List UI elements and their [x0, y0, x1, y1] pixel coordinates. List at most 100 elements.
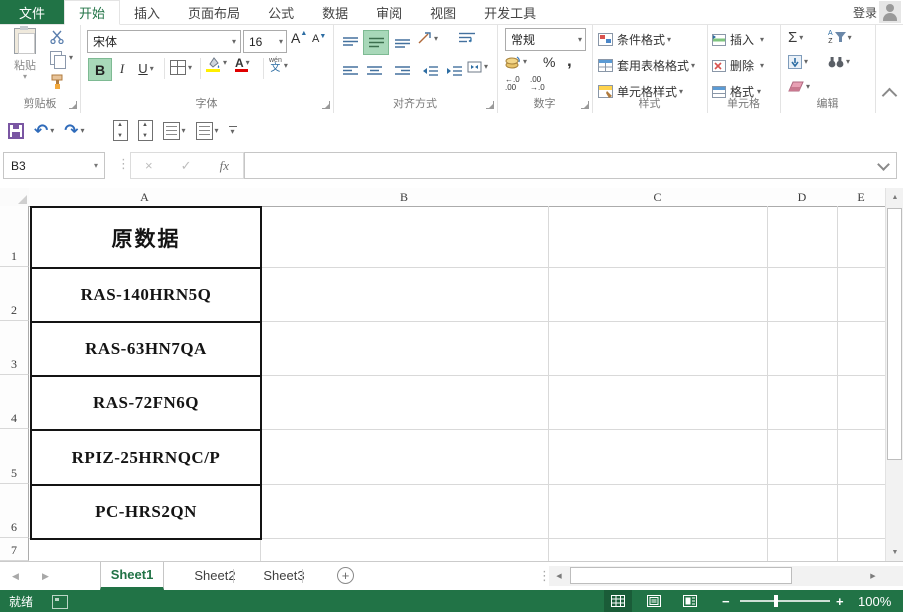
horizontal-scrollbar-thumb[interactable] — [570, 567, 792, 584]
zoom-level[interactable]: 100% — [858, 590, 891, 612]
decrease-decimal-button[interactable]: .00 →.0 — [530, 75, 545, 93]
number-format-combo[interactable]: 常规 ▾ — [505, 28, 586, 51]
align-center-button[interactable] — [363, 61, 385, 81]
row-header-5[interactable]: 5 — [0, 429, 29, 484]
align-left-button[interactable] — [339, 61, 361, 81]
tab-insert[interactable]: 插入 — [120, 0, 174, 24]
italic-button[interactable]: I — [113, 58, 131, 79]
sheet-tab-sheet3[interactable]: Sheet3 — [236, 562, 332, 588]
cell-a6[interactable]: PC-HRS2QN — [30, 484, 262, 540]
form-control-button[interactable]: ▾ — [195, 121, 219, 140]
font-name-combo[interactable]: 宋体 ▾ — [87, 30, 241, 53]
fill-button[interactable]: ▾ — [788, 55, 808, 69]
macro-record-icon[interactable] — [52, 595, 68, 609]
increase-decimal-button[interactable]: ←.0.00 — [505, 75, 520, 93]
name-box[interactable]: B3 ▾ — [3, 152, 105, 179]
grow-font-button[interactable]: A▲ — [291, 30, 307, 46]
font-size-combo[interactable]: 16 ▾ — [243, 30, 287, 53]
vertical-scrollbar[interactable]: ▲ ▼ — [885, 188, 903, 561]
row-header-1[interactable]: 1 — [0, 206, 29, 267]
tab-page-layout[interactable]: 页面布局 — [174, 0, 254, 24]
view-page-layout-button[interactable] — [640, 590, 668, 612]
zoom-out-button[interactable]: − — [722, 590, 730, 612]
wrap-text-button[interactable] — [459, 32, 475, 44]
clipboard-dialog-launcher[interactable] — [69, 101, 77, 109]
name-box-dropdown-icon[interactable]: ▾ — [88, 161, 104, 170]
underline-button[interactable]: U ▾ — [132, 58, 160, 79]
column-header-d[interactable]: D — [767, 188, 838, 207]
cut-button[interactable] — [50, 30, 65, 44]
bold-button[interactable]: B — [88, 58, 112, 81]
cell-a4[interactable]: RAS-72FN6Q — [30, 375, 262, 431]
decrease-indent-button[interactable] — [419, 61, 441, 81]
zoom-in-button[interactable]: + — [836, 590, 844, 612]
tab-data[interactable]: 数据 — [308, 0, 362, 24]
qat-customize-button[interactable]: ▾ — [228, 125, 237, 136]
scroll-up-icon[interactable]: ▲ — [887, 189, 903, 205]
spin-up-down-icon[interactable]: ▲ ▼ — [137, 120, 153, 141]
tab-developer[interactable]: 开发工具 — [470, 0, 550, 24]
cell-a3[interactable]: RAS-63HN7QA — [30, 321, 262, 377]
clear-button[interactable]: ▾ — [788, 81, 810, 92]
row-header-4[interactable]: 4 — [0, 375, 29, 429]
borders-button[interactable]: ▾ — [170, 60, 192, 75]
scroll-left-icon[interactable]: ◀ — [551, 568, 567, 584]
sheet-tab-sheet1[interactable]: Sheet1 — [100, 562, 164, 590]
new-sheet-button[interactable]: + — [337, 567, 354, 584]
column-header-c[interactable]: C — [548, 188, 768, 207]
column-header-e[interactable]: E — [837, 188, 886, 207]
save-icon[interactable] — [8, 122, 24, 139]
formula-bar-grip-icon[interactable]: ⋮ — [117, 156, 130, 172]
increase-indent-button[interactable] — [443, 61, 465, 81]
row-header-3[interactable]: 3 — [0, 321, 29, 375]
font-dialog-launcher[interactable] — [322, 101, 330, 109]
scroll-right-icon[interactable]: ▶ — [865, 568, 881, 584]
row-header-2[interactable]: 2 — [0, 267, 29, 321]
phonetic-guide-button[interactable]: wén 文 ▾ — [269, 57, 288, 74]
sign-in-link[interactable]: 登录 — [853, 0, 877, 24]
tab-formulas[interactable]: 公式 — [254, 0, 308, 24]
insert-function-button[interactable]: fx — [220, 158, 229, 174]
align-middle-button[interactable] — [363, 30, 389, 55]
alignment-dialog-launcher[interactable] — [486, 101, 494, 109]
tab-review[interactable]: 审阅 — [362, 0, 416, 24]
vertical-scrollbar-thumb[interactable] — [887, 208, 902, 460]
paste-dropdown[interactable]: ▾ — [8, 73, 42, 81]
paste-button[interactable]: 粘贴 ▾ — [8, 26, 42, 81]
tab-file[interactable]: 文件 — [0, 0, 65, 24]
comma-style-button[interactable]: , — [567, 51, 572, 71]
format-as-table-button[interactable]: 套用表格格式 ▾ — [598, 57, 695, 74]
collapse-ribbon-chevron-icon[interactable] — [881, 87, 898, 104]
sheet-nav-left-icon[interactable]: ◀ — [12, 562, 19, 590]
horizontal-scrollbar[interactable]: ◀ ▶ — [549, 566, 903, 586]
font-color-button[interactable]: A ▾ — [235, 57, 250, 72]
tab-home[interactable]: 开始 — [64, 0, 121, 25]
scroll-down-icon[interactable]: ▼ — [887, 544, 903, 560]
user-avatar-icon[interactable] — [879, 1, 901, 23]
sort-filter-button[interactable]: A Z ▾ — [828, 30, 852, 45]
align-bottom-button[interactable] — [391, 32, 413, 52]
enter-button[interactable]: ✓ — [181, 158, 192, 174]
shrink-font-button[interactable]: A▼ — [312, 33, 326, 45]
expand-formula-bar-icon[interactable] — [877, 158, 890, 171]
formula-input[interactable] — [244, 152, 897, 179]
fill-color-button[interactable]: ▾ — [206, 57, 227, 72]
select-all-corner[interactable] — [0, 188, 30, 207]
copy-button[interactable]: ▾ — [50, 51, 73, 69]
align-right-button[interactable] — [391, 61, 413, 81]
orientation-button[interactable]: ▾ — [417, 32, 438, 45]
sheet-nav-right-icon[interactable]: ▶ — [42, 562, 49, 590]
number-dialog-launcher[interactable] — [581, 101, 589, 109]
align-top-button[interactable] — [339, 32, 361, 52]
cell-a2[interactable]: RAS-140HRN5Q — [30, 267, 262, 323]
form-control-button[interactable]: ▾ — [162, 121, 186, 140]
view-page-break-button[interactable] — [676, 590, 704, 612]
find-select-button[interactable]: ▾ — [828, 55, 850, 68]
conditional-formatting-button[interactable]: 条件格式 ▾ — [598, 31, 671, 48]
column-header-b[interactable]: B — [260, 188, 549, 207]
zoom-slider-track[interactable] — [740, 600, 830, 602]
view-normal-button[interactable] — [604, 590, 632, 612]
redo-button[interactable]: ↷ ▾ — [64, 122, 84, 139]
insert-cells-button[interactable]: 插入 ▾ — [712, 31, 764, 48]
cell-a1[interactable]: 原数据 — [30, 206, 262, 269]
